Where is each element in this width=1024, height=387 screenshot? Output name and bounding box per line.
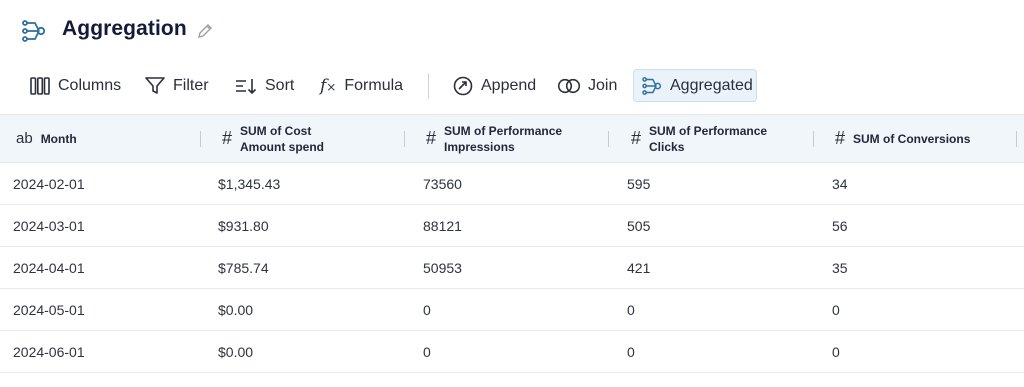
filter-icon [145, 77, 165, 94]
append-button[interactable]: Append [445, 70, 544, 102]
cell-month: 2024-02-01 [13, 175, 85, 192]
formula-icon: f× [320, 76, 337, 96]
cell-conversions: 56 [832, 217, 848, 234]
cell-impressions: 88121 [423, 217, 462, 234]
column-header-month[interactable]: ab Month [16, 115, 77, 162]
columns-icon [30, 77, 50, 95]
columns-label: Columns [58, 77, 122, 94]
sort-button[interactable]: Sort [227, 70, 302, 102]
formula-label: Formula [344, 77, 404, 94]
page-header: Aggregation [0, 0, 1024, 62]
join-icon [558, 78, 580, 94]
cell-clicks: 421 [627, 259, 651, 276]
column-header-impressions[interactable]: # SUM of Performance Impressions [426, 115, 562, 162]
filter-label: Filter [173, 77, 209, 94]
cell-month: 2024-05-01 [13, 301, 85, 318]
pencil-icon[interactable] [196, 22, 214, 40]
columns-button[interactable]: Columns [22, 70, 129, 102]
cell-cost: $1,345.43 [218, 175, 281, 192]
column-header-cost[interactable]: # SUM of Cost Amount spend [222, 115, 324, 162]
page-title: Aggregation [62, 17, 187, 40]
column-header-conversions[interactable]: # SUM of Conversions [835, 115, 970, 162]
join-label: Join [588, 77, 618, 94]
append-icon [453, 76, 473, 96]
cell-month: 2024-06-01 [13, 343, 85, 360]
cell-clicks: 595 [627, 175, 651, 192]
cell-cost: $785.74 [218, 259, 269, 276]
column-resize-handle[interactable] [200, 131, 201, 147]
cell-month: 2024-03-01 [13, 217, 85, 234]
data-table: ab Month # SUM of Cost Amount spend # SUM… [0, 114, 1024, 373]
cell-cost: $0.00 [218, 301, 254, 318]
number-type-icon: # [222, 128, 233, 148]
aggregate-icon [22, 20, 46, 42]
table-row[interactable]: 2024-04-01 $785.74 50953 421 35 [0, 247, 1024, 289]
cell-conversions: 35 [832, 259, 848, 276]
cell-impressions: 0 [423, 301, 431, 318]
toolbar-divider [428, 73, 429, 99]
text-type-icon: ab [16, 130, 33, 147]
column-header-clicks[interactable]: # SUM of Performance Clicks [631, 115, 767, 162]
cell-clicks: 505 [627, 217, 651, 234]
cell-conversions: 0 [832, 301, 840, 318]
table-header: ab Month # SUM of Cost Amount spend # SUM… [0, 114, 1024, 163]
column-resize-handle[interactable] [608, 131, 609, 147]
number-type-icon: # [835, 128, 846, 148]
column-resize-handle[interactable] [404, 131, 405, 147]
formula-button[interactable]: f× Formula [312, 70, 411, 102]
number-type-icon: # [426, 128, 437, 148]
join-button[interactable]: Join [550, 70, 625, 102]
cell-month: 2024-04-01 [13, 259, 85, 276]
cell-clicks: 0 [627, 301, 635, 318]
sort-icon [236, 79, 257, 95]
table-row[interactable]: 2024-05-01 $0.00 0 0 0 [0, 289, 1024, 331]
aggregated-button[interactable]: Aggregated [633, 69, 757, 102]
table-row[interactable]: 2024-06-01 $0.00 0 0 0 [0, 331, 1024, 373]
toolbar: Columns Filter Sort f× Formula Append Jo… [0, 66, 1024, 106]
cell-impressions: 50953 [423, 259, 462, 276]
number-type-icon: # [631, 128, 642, 148]
cell-impressions: 73560 [423, 175, 462, 192]
cell-conversions: 34 [832, 175, 848, 192]
filter-button[interactable]: Filter [137, 70, 217, 102]
column-resize-handle[interactable] [1016, 131, 1017, 147]
table-row[interactable]: 2024-02-01 $1,345.43 73560 595 34 [0, 163, 1024, 205]
cell-impressions: 0 [423, 343, 431, 360]
cell-clicks: 0 [627, 343, 635, 360]
cell-conversions: 0 [832, 343, 840, 360]
aggregated-label: Aggregated [670, 76, 753, 94]
append-label: Append [481, 77, 537, 94]
table-row[interactable]: 2024-03-01 $931.80 88121 505 56 [0, 205, 1024, 247]
cell-cost: $931.80 [218, 217, 269, 234]
cell-cost: $0.00 [218, 343, 254, 360]
aggregate-icon [642, 76, 662, 95]
sort-label: Sort [265, 77, 295, 94]
column-resize-handle[interactable] [813, 131, 814, 147]
